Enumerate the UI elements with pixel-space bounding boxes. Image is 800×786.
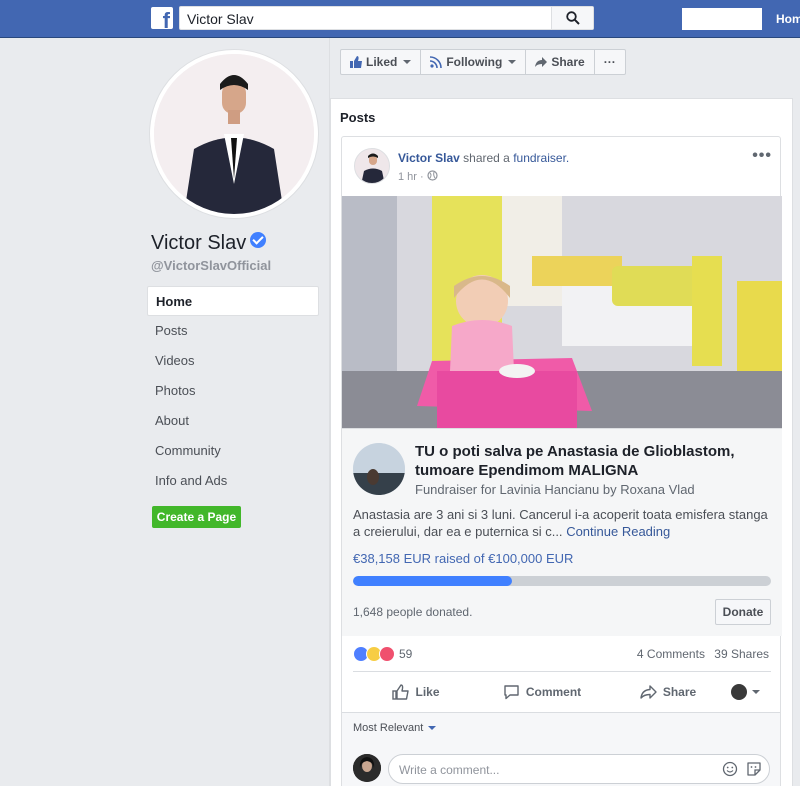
user-profile-chip[interactable] bbox=[682, 8, 762, 30]
comments-count-link[interactable]: 4 Comments bbox=[637, 647, 705, 661]
search-input[interactable]: Victor Slav bbox=[179, 6, 594, 30]
love-reaction-icon bbox=[379, 646, 395, 662]
thumbs-up-icon bbox=[350, 56, 362, 68]
verified-badge-icon bbox=[250, 232, 267, 248]
create-page-button[interactable]: Create a Page bbox=[152, 506, 241, 528]
comments-area: Most Relevant Write a comment... bbox=[342, 713, 780, 786]
comment-button[interactable]: Comment bbox=[479, 684, 605, 700]
facebook-logo-icon[interactable]: f bbox=[151, 7, 173, 32]
amount-raised: €38,158 EUR raised of €100,000 EUR bbox=[353, 551, 574, 566]
fundraiser-photo[interactable] bbox=[342, 196, 782, 428]
rss-icon bbox=[430, 56, 443, 68]
commenter-avatar-image bbox=[353, 754, 381, 782]
liked-button[interactable]: Liked bbox=[341, 50, 422, 74]
chevron-down-icon bbox=[508, 60, 517, 64]
progress-fill bbox=[353, 576, 512, 586]
post-header: Victor Slav shared a fundraiser. bbox=[398, 151, 570, 165]
donors-count: 1,648 people donated. bbox=[353, 605, 473, 619]
search-button[interactable] bbox=[551, 7, 593, 29]
post-actions: Like Comment Share bbox=[353, 676, 771, 708]
comment-placeholder: Write a comment... bbox=[399, 763, 500, 777]
continue-reading-link[interactable]: Continue Reading bbox=[566, 524, 670, 539]
nav-item-info-and-ads[interactable]: Info and Ads bbox=[147, 466, 319, 496]
comment-icon bbox=[504, 685, 519, 700]
page-nav: Home Posts Videos Photos About Community… bbox=[147, 286, 319, 496]
following-button[interactable]: Following bbox=[421, 50, 527, 74]
shares-count-link[interactable]: 39 Shares bbox=[714, 647, 769, 661]
nav-item-videos[interactable]: Videos bbox=[147, 346, 319, 376]
reactions-summary[interactable]: 59 bbox=[353, 646, 412, 662]
post-stats: 4 Comments 39 Shares bbox=[637, 647, 769, 661]
fundraiser-description: Anastasia are 3 ani si 3 luni. Cancerul … bbox=[353, 507, 768, 539]
home-link[interactable]: Home bbox=[776, 12, 800, 26]
reactions-count: 59 bbox=[399, 647, 413, 661]
share-page-button[interactable]: Share bbox=[526, 50, 595, 74]
identity-avatar bbox=[731, 684, 747, 700]
profile-portrait-image bbox=[154, 54, 314, 214]
fundraiser-subtitle: Fundraiser for Lavinia Hancianu by Roxan… bbox=[415, 482, 695, 497]
commenter-avatar bbox=[353, 754, 381, 782]
fundraiser-card[interactable]: TU o poti salva pe Anastasia de Glioblas… bbox=[342, 428, 782, 636]
search-icon bbox=[566, 11, 580, 25]
post-author-link[interactable]: Victor Slav bbox=[398, 151, 460, 165]
profile-picture[interactable] bbox=[150, 50, 318, 218]
nav-item-community[interactable]: Community bbox=[147, 436, 319, 466]
like-button[interactable]: Like bbox=[353, 684, 479, 700]
top-bar: f Victor Slav Home bbox=[0, 0, 800, 38]
chevron-down-icon bbox=[752, 690, 760, 694]
more-options-button[interactable]: ··· bbox=[595, 50, 625, 74]
comment-input[interactable]: Write a comment... bbox=[388, 754, 770, 784]
post-card: Victor Slav shared a fundraiser. 1 hr · … bbox=[341, 136, 782, 786]
page-handle[interactable]: @VictorSlavOfficial bbox=[151, 258, 271, 273]
fundraiser-thumbnail bbox=[353, 443, 405, 495]
thumbs-up-icon bbox=[392, 684, 410, 700]
globe-icon bbox=[427, 170, 438, 181]
page-name: Victor Slav bbox=[151, 232, 267, 255]
search-value: Victor Slav bbox=[187, 11, 254, 27]
posts-heading: Posts bbox=[340, 110, 376, 125]
reaction-identity-selector[interactable] bbox=[731, 684, 771, 700]
comment-sort-dropdown[interactable]: Most Relevant bbox=[353, 722, 437, 734]
fundraiser-link[interactable]: fundraiser. bbox=[513, 151, 569, 165]
sticker-icon[interactable] bbox=[746, 761, 762, 777]
share-icon bbox=[640, 685, 657, 699]
post-menu-icon[interactable]: ••• bbox=[752, 147, 772, 165]
fundraiser-title[interactable]: TU o poti salva pe Anastasia de Glioblas… bbox=[415, 442, 775, 480]
share-button[interactable]: Share bbox=[605, 684, 731, 700]
chevron-down-icon bbox=[428, 726, 437, 730]
nav-item-about[interactable]: About bbox=[147, 406, 319, 436]
divider bbox=[353, 671, 771, 672]
emoji-icon[interactable] bbox=[722, 761, 738, 777]
post-timestamp[interactable]: 1 hr · bbox=[398, 170, 438, 183]
fundraiser-progress-bar bbox=[353, 576, 771, 586]
share-icon bbox=[535, 57, 548, 67]
hospital-child-image bbox=[342, 196, 782, 428]
post-author-avatar[interactable] bbox=[354, 148, 390, 184]
chevron-down-icon bbox=[403, 60, 412, 64]
donate-button[interactable]: Donate bbox=[715, 599, 771, 625]
page-action-bar: Liked Following Share ··· bbox=[340, 49, 626, 75]
author-avatar-image bbox=[355, 149, 389, 183]
fundraiser-thumb-image bbox=[353, 443, 405, 495]
nav-item-photos[interactable]: Photos bbox=[147, 376, 319, 406]
nav-item-posts[interactable]: Posts bbox=[147, 316, 319, 346]
nav-item-home[interactable]: Home bbox=[147, 286, 319, 316]
